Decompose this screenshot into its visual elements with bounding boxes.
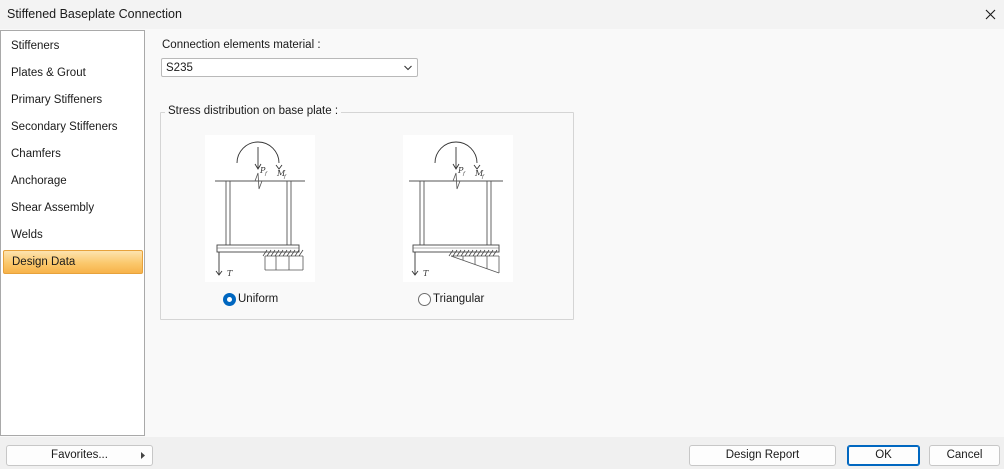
sidebar-item-label: Plates & Grout [11,67,86,79]
title-bar: Stiffened Baseplate Connection [0,0,1004,29]
sidebar-item-chamfers[interactable]: Chamfers [3,142,143,166]
favorites-button[interactable]: Favorites... [6,445,153,466]
favorites-button-label: Favorites... [51,449,108,461]
sidebar-item-plates-grout[interactable]: Plates & Grout [3,61,143,85]
sidebar-item-label: Shear Assembly [11,202,95,214]
sidebar-item-anchorage[interactable]: Anchorage [3,169,143,193]
load-subscript: f [264,171,268,177]
load-subscript: f [462,171,466,177]
sidebar-item-welds[interactable]: Welds [3,223,143,247]
material-label: Connection elements material : [162,39,321,51]
sidebar-item-primary-stiffeners[interactable]: Primary Stiffeners [3,88,143,112]
close-button[interactable] [976,0,1004,29]
sidebar-item-stiffeners[interactable]: Stiffeners [3,34,143,58]
triangular-radio-label: Triangular [433,293,485,305]
triangular-option[interactable]: Triangular [418,292,484,306]
tension-label: T [227,269,233,278]
moment-subscript: f [283,174,287,180]
tension-label: T [423,269,429,278]
sidebar-item-design-data[interactable]: Design Data [3,250,143,274]
material-select[interactable]: S235 [161,58,418,77]
stress-distribution-label: Stress distribution on base plate : [165,105,342,117]
ok-button-label: OK [875,449,892,461]
material-select-value: S235 [166,62,193,74]
sidebar-item-secondary-stiffeners[interactable]: Secondary Stiffeners [3,115,143,139]
sidebar-item-label: Chamfers [11,148,61,160]
close-icon [985,9,995,20]
moment-subscript: f [481,174,485,180]
ok-button[interactable]: OK [847,445,920,466]
cancel-button-label: Cancel [946,449,983,461]
triangular-diagram-svg: P f M f T [409,141,503,278]
chevron-right-icon [141,452,145,459]
triangular-distribution-diagram: P f M f T [403,135,513,282]
uniform-radio-label: Uniform [238,293,279,305]
sidebar-nav: Stiffeners Plates & Grout Primary Stiffe… [0,30,145,436]
uniform-option[interactable]: Uniform [223,292,278,306]
sidebar-item-shear-assembly[interactable]: Shear Assembly [3,196,143,220]
uniform-radio[interactable] [223,292,236,306]
sidebar-item-label: Secondary Stiffeners [11,121,118,133]
design-report-button-label: Design Report [725,449,800,461]
sidebar-item-label: Anchorage [11,175,67,187]
uniform-distribution-diagram: P f M f T [205,135,315,282]
sidebar-item-label: Welds [11,229,43,241]
cancel-button[interactable]: Cancel [929,445,1000,466]
sidebar-item-label: Stiffeners [11,40,60,52]
design-report-button[interactable]: Design Report [689,445,836,466]
uniform-diagram-svg: P f M f T [215,141,305,278]
sidebar-item-label: Primary Stiffeners [11,94,103,106]
triangular-radio[interactable] [418,292,431,306]
chevron-down-icon [404,65,412,71]
sidebar-item-label: Design Data [12,256,76,268]
window-title: Stiffened Baseplate Connection [7,7,182,21]
